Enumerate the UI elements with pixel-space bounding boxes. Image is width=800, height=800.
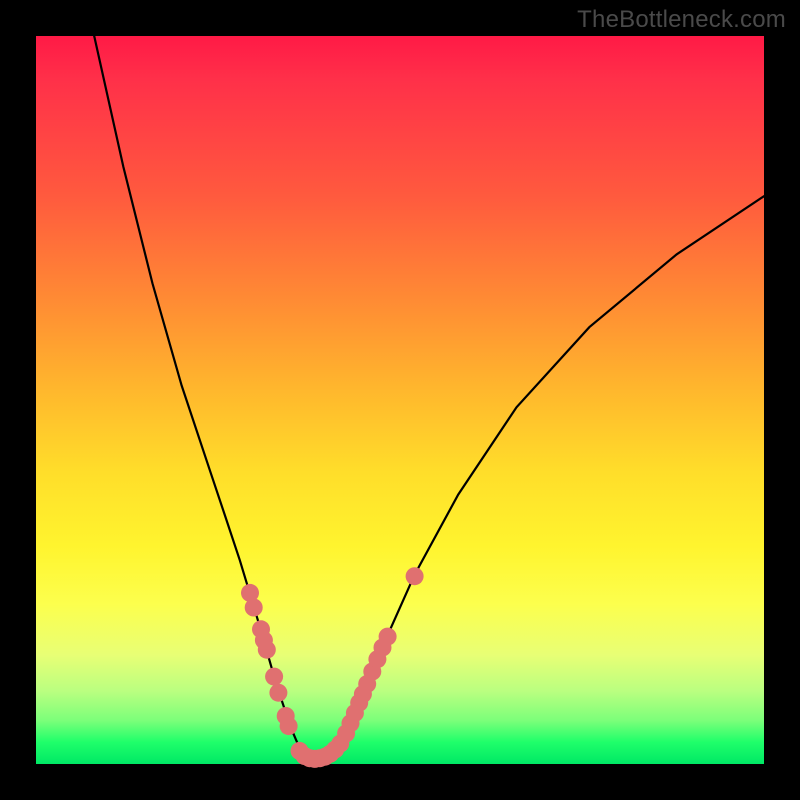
data-dot — [379, 628, 397, 646]
data-dot — [269, 684, 287, 702]
outer-frame: TheBottleneck.com — [0, 0, 800, 800]
data-dot — [245, 599, 263, 617]
data-dot — [406, 567, 424, 585]
data-dot — [280, 717, 298, 735]
plot-area — [36, 36, 764, 764]
watermark-text: TheBottleneck.com — [577, 6, 786, 34]
dot-layer — [241, 567, 424, 768]
bottleneck-curve — [94, 36, 764, 759]
chart-svg — [36, 36, 764, 764]
data-dot — [265, 668, 283, 686]
data-dot — [258, 641, 276, 659]
data-dot — [326, 740, 344, 758]
